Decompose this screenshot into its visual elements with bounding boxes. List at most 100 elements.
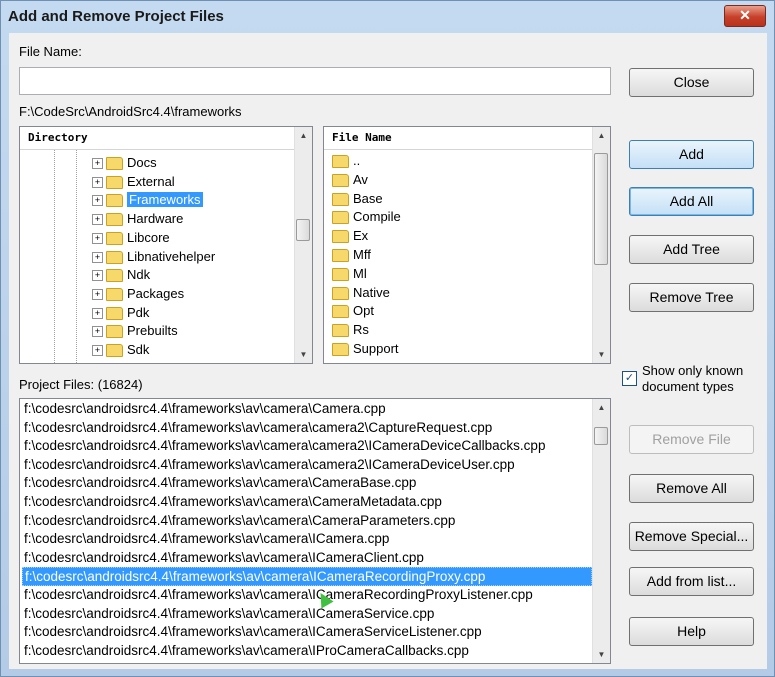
file-item[interactable]: Ex xyxy=(332,226,368,245)
file-item[interactable]: Support xyxy=(332,339,399,358)
plus-expander-icon[interactable]: + xyxy=(92,158,103,170)
directory-scrollbar[interactable]: ▲ ▼ xyxy=(294,127,312,363)
scroll-thumb[interactable] xyxy=(296,219,310,241)
file-item[interactable]: Compile xyxy=(332,207,401,226)
folder-icon xyxy=(332,249,349,263)
folder-icon xyxy=(106,325,123,339)
title-bar[interactable]: Add and Remove Project Files ✕ xyxy=(1,1,774,33)
file-scrollbar[interactable]: ▲ ▼ xyxy=(592,127,610,363)
directory-item[interactable]: + Docs xyxy=(92,153,157,172)
folder-icon xyxy=(332,305,349,319)
folder-icon xyxy=(332,211,349,225)
project-file-row[interactable]: f:\codesrc\androidsrc4.4\frameworks\av\c… xyxy=(22,530,592,549)
project-file-row[interactable]: f:\codesrc\androidsrc4.4\frameworks\av\c… xyxy=(22,437,592,456)
file-name-label: File Name: xyxy=(19,44,82,59)
directory-item[interactable]: + External xyxy=(92,172,175,191)
directory-item-label: Docs xyxy=(127,155,157,170)
plus-expander-icon[interactable]: + xyxy=(92,214,103,226)
add-button[interactable]: Add xyxy=(629,140,754,169)
add-all-button[interactable]: Add All xyxy=(629,187,754,216)
file-name-input[interactable] xyxy=(19,67,611,95)
tree-guide-line xyxy=(54,150,55,363)
plus-expander-icon[interactable]: + xyxy=(92,288,103,300)
directory-item-label: Packages xyxy=(127,285,185,301)
project-file-row[interactable]: f:\codesrc\androidsrc4.4\frameworks\av\c… xyxy=(22,623,592,642)
file-item[interactable]: .. xyxy=(332,151,360,170)
close-window-icon[interactable]: ✕ xyxy=(724,5,766,27)
file-name-list[interactable]: File Name .. Av Base Compile Ex Mff Ml Native Op… xyxy=(323,126,611,364)
project-file-row[interactable]: f:\codesrc\androidsrc4.4\frameworks\av\c… xyxy=(22,456,592,475)
directory-item-label: Frameworks xyxy=(127,192,203,208)
plus-expander-icon[interactable]: + xyxy=(92,270,103,282)
add-tree-button[interactable]: Add Tree xyxy=(629,235,754,264)
remove-tree-button[interactable]: Remove Tree xyxy=(629,283,754,312)
project-file-row[interactable]: f:\codesrc\androidsrc4.4\frameworks\av\c… xyxy=(22,567,592,586)
remove-special-button[interactable]: Remove Special... xyxy=(629,522,754,551)
project-file-row[interactable]: f:\codesrc\androidsrc4.4\frameworks\av\c… xyxy=(22,493,592,512)
file-item[interactable]: Opt xyxy=(332,301,374,320)
scroll-up-arrow-icon[interactable]: ▲ xyxy=(295,127,312,144)
scroll-down-arrow-icon[interactable]: ▼ xyxy=(593,346,610,363)
close-button[interactable]: Close xyxy=(629,68,754,97)
plus-expander-icon[interactable]: + xyxy=(92,232,103,244)
file-item-label: Native xyxy=(353,284,390,300)
plus-expander-icon[interactable]: + xyxy=(92,345,103,357)
folder-icon xyxy=(332,155,349,169)
project-file-row[interactable]: f:\codesrc\androidsrc4.4\frameworks\av\c… xyxy=(22,400,592,419)
project-files-list[interactable]: f:\codesrc\androidsrc4.4\frameworks\av\c… xyxy=(19,398,611,664)
dialog-window: Add and Remove Project Files ✕ File Name… xyxy=(0,0,775,677)
directory-item[interactable]: + Hardware xyxy=(92,209,183,228)
folder-icon xyxy=(106,175,123,189)
folder-icon xyxy=(332,324,349,338)
scroll-down-arrow-icon[interactable]: ▼ xyxy=(593,646,610,663)
directory-item[interactable]: + Sdk xyxy=(92,340,149,359)
file-item[interactable]: Av xyxy=(332,170,368,189)
directory-list[interactable]: Directory + Docs + External + Frameworks + Hard… xyxy=(19,126,313,364)
file-item[interactable]: Base xyxy=(332,189,383,208)
scroll-down-arrow-icon[interactable]: ▼ xyxy=(295,346,312,363)
file-item[interactable]: Native xyxy=(332,283,390,302)
help-button[interactable]: Help xyxy=(629,617,754,646)
folder-icon xyxy=(332,286,349,300)
project-file-row[interactable]: f:\codesrc\androidsrc4.4\frameworks\av\c… xyxy=(22,642,592,661)
plus-expander-icon[interactable]: + xyxy=(92,326,103,338)
scroll-thumb[interactable] xyxy=(594,153,608,265)
file-item[interactable]: Rs xyxy=(332,320,369,339)
plus-expander-icon[interactable]: + xyxy=(92,307,103,319)
project-file-row[interactable]: f:\codesrc\androidsrc4.4\frameworks\av\c… xyxy=(22,474,592,493)
project-files-label: Project Files: (16824) xyxy=(19,377,143,392)
file-item-label: Mff xyxy=(353,247,371,262)
folder-icon xyxy=(106,287,123,301)
directory-item[interactable]: + Libcore xyxy=(92,228,170,247)
project-file-row[interactable]: f:\codesrc\androidsrc4.4\frameworks\av\c… xyxy=(22,605,592,624)
show-known-checkbox[interactable]: ✓ xyxy=(622,371,637,386)
plus-expander-icon[interactable]: + xyxy=(92,195,103,207)
project-file-row[interactable]: f:\codesrc\androidsrc4.4\frameworks\av\c… xyxy=(22,586,592,605)
directory-item-label: Prebuilts xyxy=(127,323,178,339)
folder-icon xyxy=(106,194,123,208)
file-item-label: Ex xyxy=(353,228,369,244)
remove-file-button[interactable]: Remove File xyxy=(629,425,754,454)
scroll-thumb[interactable] xyxy=(594,427,608,445)
remove-all-button[interactable]: Remove All xyxy=(629,474,754,503)
project-file-row[interactable]: f:\codesrc\androidsrc4.4\frameworks\av\c… xyxy=(22,512,592,531)
dialog-body: File Name: Close F:\CodeSrc\AndroidSrc4.… xyxy=(9,33,767,669)
directory-item[interactable]: + Frameworks xyxy=(92,190,203,209)
project-files-scrollbar[interactable]: ▲ ▼ xyxy=(592,399,610,663)
add-from-list-button[interactable]: Add from list... xyxy=(629,567,754,596)
plus-expander-icon[interactable]: + xyxy=(92,251,103,263)
scroll-up-arrow-icon[interactable]: ▲ xyxy=(593,127,610,144)
project-file-row[interactable]: f:\codesrc\androidsrc4.4\frameworks\av\c… xyxy=(22,549,592,568)
directory-item[interactable]: + Libnativehelper xyxy=(92,247,215,266)
directory-item[interactable]: + Packages xyxy=(92,284,184,303)
file-item-label: Rs xyxy=(353,322,369,338)
file-item[interactable]: Mff xyxy=(332,245,371,264)
scroll-up-arrow-icon[interactable]: ▲ xyxy=(593,399,610,416)
file-item[interactable]: Ml xyxy=(332,264,367,283)
folder-icon xyxy=(332,192,349,206)
directory-item[interactable]: + Prebuilts xyxy=(92,321,178,340)
project-file-row[interactable]: f:\codesrc\androidsrc4.4\frameworks\av\c… xyxy=(22,419,592,438)
plus-expander-icon[interactable]: + xyxy=(92,176,103,188)
directory-item[interactable]: + Ndk xyxy=(92,265,150,284)
directory-item[interactable]: + Pdk xyxy=(92,303,149,322)
